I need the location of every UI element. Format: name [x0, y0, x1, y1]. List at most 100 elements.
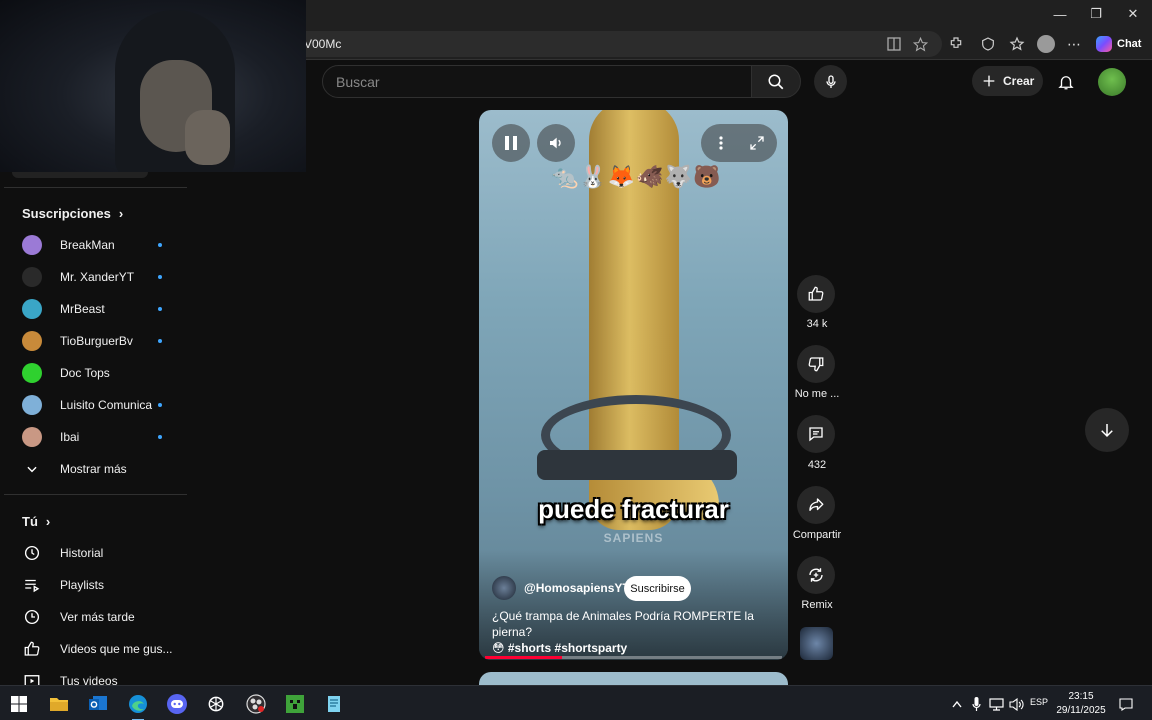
- sidebar: Suscripciones › BreakMan Mr. XanderYT MrBe…: [0, 172, 190, 688]
- arrow-down-icon: [1101, 424, 1113, 438]
- voice-search-button[interactable]: [814, 65, 847, 98]
- minimize-icon[interactable]: —: [1042, 0, 1078, 28]
- video-hashtags[interactable]: #shorts #shortsparty: [508, 641, 627, 655]
- sidebar-divider: [4, 494, 187, 495]
- user-avatar[interactable]: [1098, 68, 1126, 96]
- comment-count: 432: [807, 459, 827, 471]
- input-language[interactable]: ESP: [1030, 697, 1048, 707]
- subscriptions-section-title[interactable]: Suscripciones ›: [22, 206, 123, 221]
- notifications-button[interactable]: [1054, 70, 1078, 94]
- sidebar-item-subscription[interactable]: TioBurguerBv: [22, 327, 172, 355]
- search-button[interactable]: [751, 65, 801, 98]
- comments-button[interactable]: [797, 415, 835, 453]
- channel-avatar: [22, 363, 42, 383]
- liked-videos-icon: [22, 639, 42, 659]
- video-progress-bar[interactable]: [485, 656, 782, 659]
- extensions-icon[interactable]: [946, 34, 966, 54]
- sidebar-item-subscription[interactable]: Mr. XanderYT: [22, 263, 172, 291]
- copilot-chat-button[interactable]: Chat: [1092, 32, 1146, 56]
- webcam-overlay: [0, 0, 306, 172]
- speaker-icon[interactable]: [1007, 695, 1025, 713]
- fullscreen-icon[interactable]: [745, 124, 769, 162]
- like-button[interactable]: [797, 275, 835, 313]
- clock-date: 29/11/2025: [1056, 705, 1106, 716]
- channel-avatar: [22, 267, 42, 287]
- browser-essentials-icon[interactable]: [978, 34, 998, 54]
- notepad-icon[interactable]: [318, 690, 350, 718]
- video-description[interactable]: ¿Qué trampa de Animales Podría ROMPERTE …: [492, 608, 782, 656]
- search-placeholder: Buscar: [336, 74, 380, 90]
- discord-icon[interactable]: [161, 690, 193, 718]
- sidebar-item-subscription[interactable]: Doc Tops: [22, 359, 172, 387]
- sidebar-item-liked-videos[interactable]: Videos que me gus...: [22, 635, 173, 663]
- video-title: ¿Qué trampa de Animales Podría ROMPERTE …: [492, 609, 754, 639]
- windows-start-icon[interactable]: [3, 690, 35, 718]
- dislike-label: No me ...: [794, 388, 840, 400]
- comment-icon: [809, 427, 823, 442]
- obs-icon[interactable]: [240, 690, 272, 718]
- sidebar-item-subscription[interactable]: Luisito Comunica: [22, 391, 172, 419]
- subscribe-label: Suscribirse: [630, 582, 685, 595]
- pause-button[interactable]: [492, 124, 530, 162]
- file-explorer-icon[interactable]: [43, 690, 75, 718]
- chatgpt-icon[interactable]: [200, 690, 232, 718]
- create-button[interactable]: Crear: [972, 66, 1043, 96]
- sidebar-divider: [4, 187, 187, 188]
- more-options-icon[interactable]: [709, 124, 733, 162]
- sidebar-item-subscription[interactable]: Ibai: [22, 423, 172, 451]
- thumbs-up-icon: [808, 286, 824, 301]
- microphone-icon[interactable]: [969, 695, 983, 713]
- sidebar-item-watch-later[interactable]: Ver más tarde: [22, 603, 172, 631]
- close-icon[interactable]: ✕: [1115, 0, 1151, 28]
- favorite-star-icon[interactable]: [910, 34, 930, 54]
- sidebar-item-label: Ibai: [60, 430, 80, 444]
- network-icon[interactable]: [987, 695, 1005, 713]
- edge-icon[interactable]: [122, 690, 154, 720]
- sidebar-item-label: BreakMan: [60, 238, 115, 252]
- sidebar-item-subscription[interactable]: MrBeast: [22, 295, 172, 323]
- chevron-down-icon: [22, 459, 42, 479]
- you-title: Tú: [22, 514, 38, 529]
- more-icon[interactable]: ⋯: [1064, 34, 1084, 54]
- channel-name[interactable]: @HomosapiensYT: [524, 581, 630, 595]
- shorts-video-player[interactable]: 🐀🐰🦊🐗🐺🐻 puede fracturar SAPIENS @Homosapi…: [479, 110, 788, 660]
- favorites-icon[interactable]: [1007, 34, 1027, 54]
- split-screen-icon[interactable]: [884, 34, 904, 54]
- notification-center-icon[interactable]: [1117, 695, 1135, 713]
- share-button[interactable]: [797, 486, 835, 524]
- channel-avatar: [22, 395, 42, 415]
- outlook-icon[interactable]: [82, 690, 114, 718]
- sidebar-item-history[interactable]: Historial: [22, 539, 172, 567]
- tray-overflow-icon[interactable]: [950, 695, 964, 713]
- search-input[interactable]: Buscar: [322, 65, 752, 98]
- subscribe-button[interactable]: Suscribirse: [624, 576, 691, 601]
- dislike-button[interactable]: [797, 345, 835, 383]
- channel-avatar: [22, 235, 42, 255]
- video-emoji-overlay: 🐀🐰🦊🐗🐺🐻: [551, 164, 722, 189]
- channel-avatar[interactable]: [492, 576, 516, 600]
- profile-icon[interactable]: [1036, 34, 1056, 54]
- description-emoji: 😳: [492, 641, 505, 655]
- sidebar-item-label: Ver más tarde: [60, 610, 135, 624]
- remix-label: Remix: [801, 599, 833, 611]
- sidebar-item-subscription[interactable]: BreakMan: [22, 231, 172, 259]
- audio-track-thumbnail[interactable]: [800, 627, 833, 660]
- show-more-button[interactable]: Mostrar más: [22, 455, 172, 483]
- pause-icon: [505, 136, 517, 150]
- copilot-icon: [1096, 36, 1112, 52]
- player-options-group: [701, 124, 777, 162]
- sidebar-item-playlists[interactable]: Playlists: [22, 571, 172, 599]
- volume-button[interactable]: [537, 124, 575, 162]
- bell-icon: [1058, 76, 1074, 90]
- new-content-dot: [158, 339, 162, 343]
- remix-icon: [809, 568, 823, 582]
- system-clock[interactable]: 23:15 29/11/2025: [1052, 690, 1110, 718]
- remix-button[interactable]: [797, 556, 835, 594]
- minecraft-icon[interactable]: [279, 690, 311, 718]
- restore-icon[interactable]: ❐: [1078, 0, 1114, 28]
- watch-later-icon: [22, 607, 42, 627]
- next-short-button[interactable]: [1085, 408, 1129, 452]
- you-section-title[interactable]: Tú ›: [22, 514, 50, 529]
- sidebar-item-label: Doc Tops: [60, 366, 110, 380]
- address-bar[interactable]: V00Mc: [290, 31, 942, 57]
